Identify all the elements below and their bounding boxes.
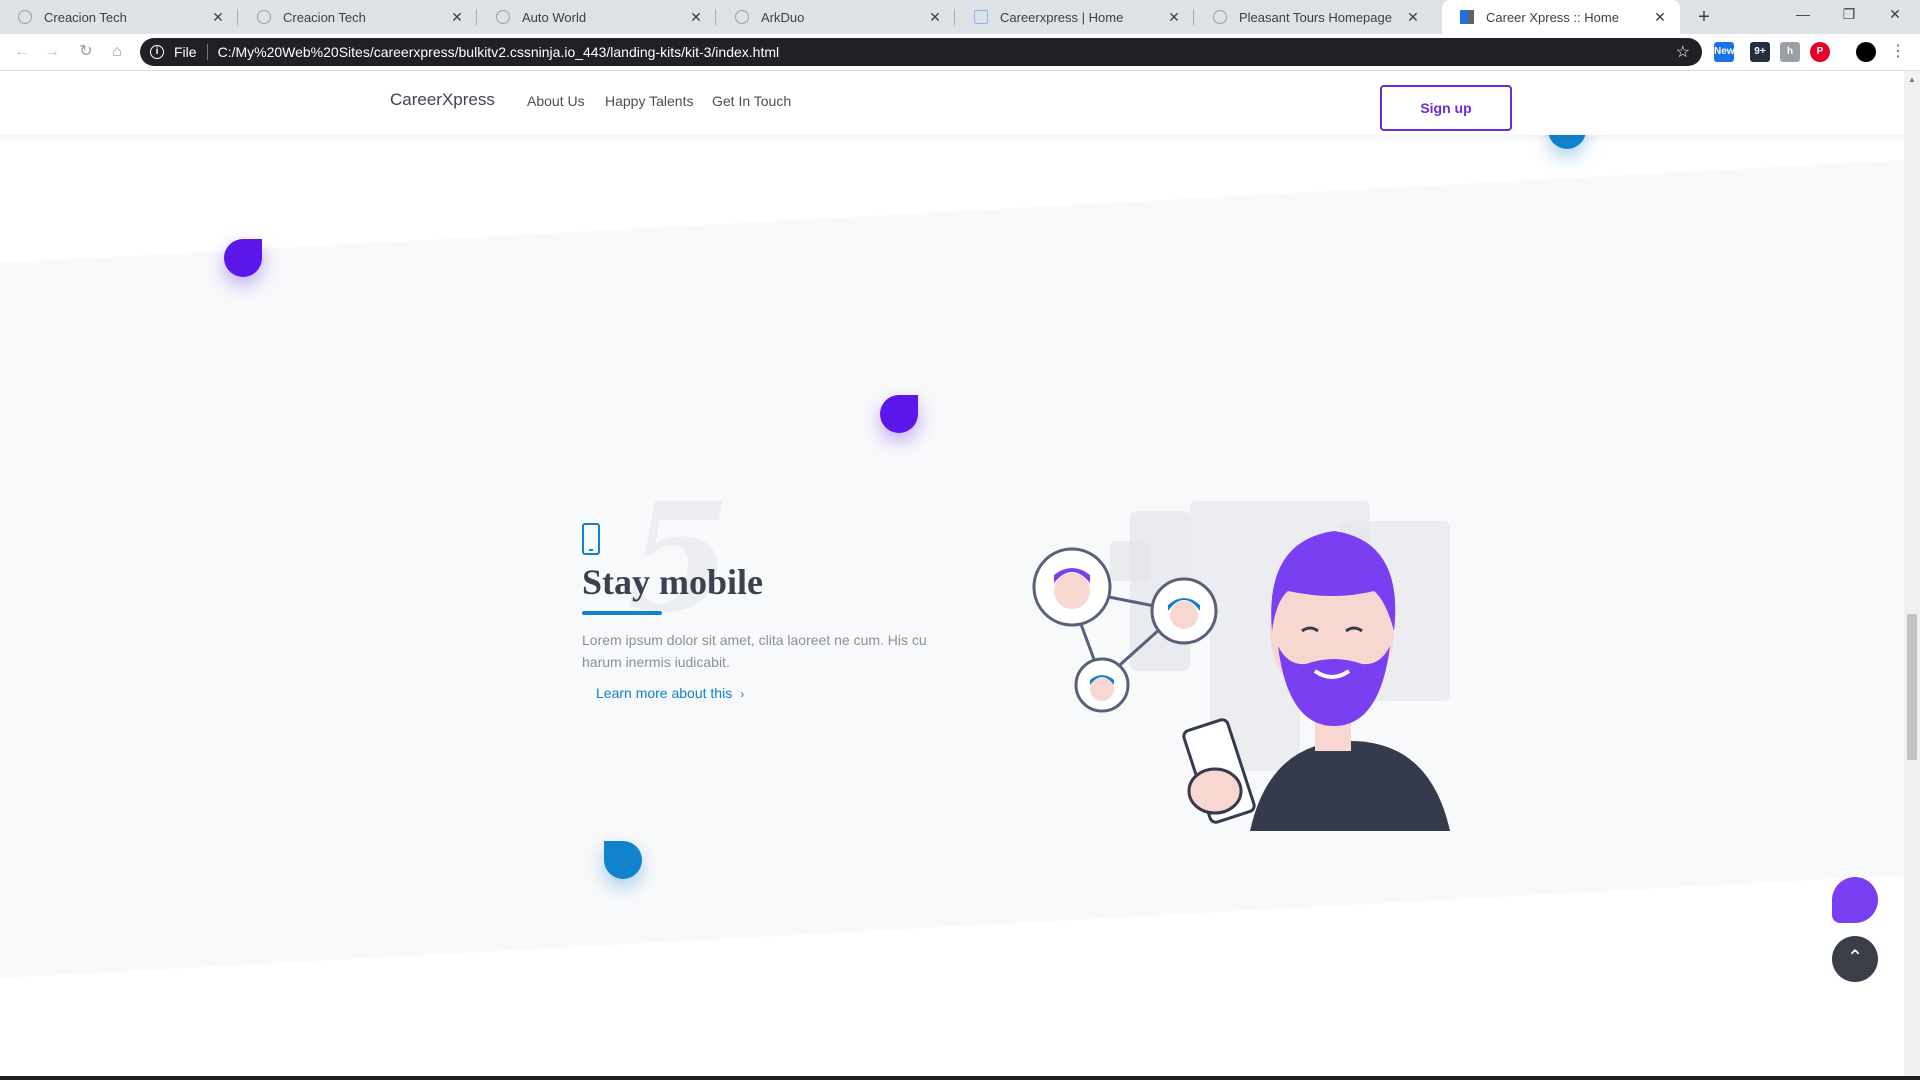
tab-title: ArkDuo [761, 9, 805, 25]
browser-toolbar: ← → ↻ ⌂ i File C:/My%20Web%20Sites/caree… [0, 34, 1920, 71]
globe-icon [1213, 10, 1227, 24]
browser-tab-bar: Creacion Tech ✕ Creacion Tech ✕ Auto Wor… [0, 0, 1920, 34]
close-tab-icon[interactable]: ✕ [1652, 9, 1668, 26]
close-tab-icon[interactable]: ✕ [210, 9, 226, 26]
site-navbar: CareerXpress About Us Happy Talents Get … [0, 71, 1904, 135]
url-text[interactable]: C:/My%20Web%20Sites/careerxpress/bulkitv… [218, 44, 780, 60]
new-tab-button[interactable]: + [1692, 5, 1716, 29]
decorative-blob [880, 395, 918, 433]
decorative-blob [604, 841, 642, 879]
tab-title: Auto World [522, 9, 587, 25]
pinterest-extension-icon[interactable]: P [1810, 42, 1830, 62]
browser-tab[interactable]: Creacion Tech ✕ [239, 0, 477, 34]
scroll-to-top-button[interactable]: ⌃ [1832, 936, 1878, 982]
globe-icon [496, 10, 510, 24]
scroll-up-arrow-icon[interactable]: ▲ [1908, 75, 1916, 84]
scrollbar-thumb[interactable] [1907, 614, 1917, 760]
chevron-up-icon: ⌃ [1846, 947, 1864, 969]
close-tab-icon[interactable]: ✕ [927, 9, 943, 26]
learn-more-link[interactable]: Learn more about this › [596, 685, 744, 701]
browser-tab-active[interactable]: Career Xpress :: Home ✕ [1442, 0, 1680, 34]
feature-description: Lorem ipsum dolor sit amet, clita laoree… [582, 632, 927, 670]
smartphone-icon [582, 523, 600, 555]
page-scrollbar[interactable]: ▲ [1904, 71, 1920, 1076]
forward-arrow-icon[interactable]: → [42, 42, 62, 62]
close-tab-icon[interactable]: ✕ [1166, 9, 1182, 26]
home-icon[interactable]: ⌂ [107, 42, 127, 62]
title-underline [582, 611, 662, 615]
learn-more-label: Learn more about this [596, 685, 733, 701]
nav-link-get-in-touch[interactable]: Get In Touch [712, 93, 791, 109]
restore-button[interactable]: ❐ [1826, 0, 1872, 30]
close-window-button[interactable]: ✕ [1872, 0, 1918, 30]
browser-tab[interactable]: ArkDuo ✕ [717, 0, 955, 34]
news-extension-icon[interactable]: New [1714, 42, 1735, 62]
chat-widget-button[interactable] [1832, 877, 1878, 923]
globe-icon [735, 10, 749, 24]
nav-link-about-us[interactable]: About Us [527, 93, 585, 109]
page-viewport: CareerXpress About Us Happy Talents Get … [0, 71, 1904, 1076]
close-tab-icon[interactable]: ✕ [1405, 9, 1421, 26]
reload-icon[interactable]: ↻ [76, 42, 96, 62]
address-bar[interactable]: i File C:/My%20Web%20Sites/careerxpress/… [140, 38, 1702, 66]
grid-icon [1460, 10, 1474, 24]
tab-title: Creacion Tech [283, 9, 366, 25]
chart-icon [974, 10, 988, 24]
close-tab-icon[interactable]: ✕ [688, 9, 704, 26]
translate-extension-icon[interactable]: h [1780, 42, 1800, 62]
browser-tab[interactable]: Auto World ✕ [478, 0, 716, 34]
menu-dots-icon[interactable]: ⋮ [1888, 42, 1908, 62]
section-background [0, 160, 1904, 978]
profile-avatar-icon[interactable] [1856, 42, 1876, 62]
feature-block: 5 Stay mobile Lorem ipsum dolor sit amet… [582, 483, 942, 703]
chevron-right-icon: › [740, 687, 745, 701]
globe-icon [18, 10, 32, 24]
tab-title: Career Xpress :: Home [1486, 9, 1619, 25]
amazon-extension-icon[interactable]: 9+ [1750, 42, 1770, 62]
nav-link-happy-talents[interactable]: Happy Talents [605, 93, 693, 109]
mobile-network-illustration [1032, 501, 1450, 831]
browser-tab[interactable]: Pleasant Tours Homepage ✕ [1195, 0, 1433, 34]
taskbar-edge [0, 1076, 1920, 1080]
brand-logo[interactable]: CareerXpress [390, 90, 495, 110]
minimize-button[interactable]: — [1780, 0, 1826, 30]
close-tab-icon[interactable]: ✕ [449, 9, 465, 26]
back-arrow-icon[interactable]: ← [12, 42, 32, 62]
tab-title: Pleasant Tours Homepage [1239, 9, 1392, 25]
browser-tab[interactable]: Creacion Tech ✕ [0, 0, 238, 34]
signup-button[interactable]: Sign up [1380, 85, 1512, 131]
feature-title: Stay mobile [582, 562, 764, 602]
scheme-label: File [174, 44, 197, 60]
globe-icon [257, 10, 271, 24]
tab-title: Careerxpress | Home [1000, 9, 1124, 25]
browser-tab[interactable]: Careerxpress | Home ✕ [956, 0, 1194, 34]
bookmark-star-icon[interactable]: ☆ [1676, 42, 1690, 62]
tab-title: Creacion Tech [44, 9, 127, 25]
decorative-blob [224, 239, 262, 277]
info-icon[interactable]: i [150, 45, 164, 59]
